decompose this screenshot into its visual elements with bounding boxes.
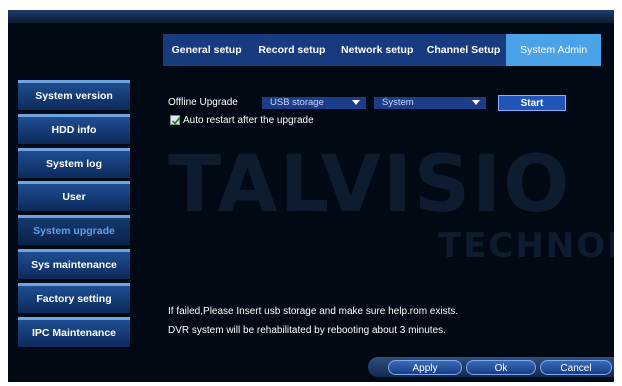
tab-record-setup[interactable]: Record setup <box>250 34 333 66</box>
watermark-sub-text: TECHNOLO <box>438 226 614 266</box>
check-icon <box>171 117 181 125</box>
ok-button[interactable]: Ok <box>466 360 536 375</box>
tab-system-admin[interactable]: System Admin <box>506 34 602 66</box>
tab-bar: General setup Record setup Network setup… <box>163 34 602 66</box>
upgrade-source-value: USB storage <box>270 97 324 108</box>
upgrade-message-line1: If failed,Please Insert usb storage and … <box>168 306 459 317</box>
sidebar: System version HDD info System log User … <box>18 80 130 350</box>
upgrade-target-select[interactable]: System <box>374 97 486 109</box>
watermark-main-text: TALVISIO <box>168 140 572 230</box>
sidebar-item-sys-maintenance[interactable]: Sys maintenance <box>18 248 130 279</box>
chevron-down-icon <box>352 100 360 105</box>
sidebar-item-ipc-maintenance[interactable]: IPC Maintenance <box>18 316 130 347</box>
tab-channel-setup[interactable]: Channel Setup <box>421 34 507 66</box>
dvr-screen: TALVISIO TECHNOLO General setup Record s… <box>8 10 614 382</box>
upgrade-source-select[interactable]: USB storage <box>262 97 366 109</box>
offline-upgrade-label: Offline Upgrade <box>168 97 238 108</box>
sidebar-item-system-log[interactable]: System log <box>18 147 130 178</box>
start-button[interactable]: Start <box>498 95 566 111</box>
auto-restart-label: Auto restart after the upgrade <box>183 115 314 126</box>
chevron-down-icon <box>472 100 480 105</box>
sidebar-item-system-upgrade[interactable]: System upgrade <box>18 215 130 246</box>
tab-network-setup[interactable]: Network setup <box>334 34 421 66</box>
top-bar <box>8 10 614 23</box>
upgrade-message-line2: DVR system will be rehabilitated by rebo… <box>168 325 446 336</box>
upgrade-target-value: System <box>382 97 414 108</box>
cancel-button[interactable]: Cancel <box>540 360 612 375</box>
apply-button[interactable]: Apply <box>388 360 462 375</box>
sidebar-item-hdd-info[interactable]: HDD info <box>18 113 130 144</box>
watermark-logo: TALVISIO TECHNOLO <box>168 140 614 266</box>
tab-general-setup[interactable]: General setup <box>163 34 250 66</box>
auto-restart-checkbox[interactable] <box>170 115 181 125</box>
sidebar-item-factory-setting[interactable]: Factory setting <box>18 282 130 313</box>
sidebar-item-user[interactable]: User <box>18 181 130 212</box>
sidebar-item-system-version[interactable]: System version <box>18 80 130 110</box>
